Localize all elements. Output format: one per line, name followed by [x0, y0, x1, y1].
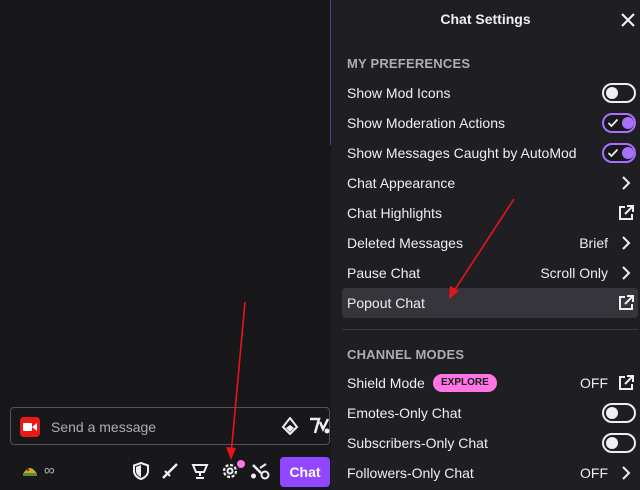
close-icon[interactable]	[618, 10, 638, 30]
chat-bottom-bar: ∞ Chat	[0, 455, 331, 490]
subscribers-only-toggle[interactable]	[602, 433, 636, 453]
setting-followers-only-chat[interactable]: Followers-Only Chat OFF	[342, 458, 638, 488]
section-title-channel-modes: CHANNEL MODES	[347, 347, 465, 362]
setting-label: Show Messages Caught by AutoMod	[347, 145, 577, 161]
chat-message-input[interactable]: Send a message	[10, 407, 330, 445]
checkmark-icon	[607, 148, 619, 158]
setting-value: Brief	[579, 235, 608, 251]
setting-label: Show Moderation Actions	[347, 115, 505, 131]
chat-settings-panel: Chat Settings MY PREFERENCES Show Mod Ic…	[331, 0, 640, 490]
chevron-right-icon	[618, 175, 634, 191]
emote-picker-icon[interactable]	[309, 417, 331, 438]
stream-badge-icon	[20, 417, 40, 437]
chat-pane: Send a message ∞ Chat	[0, 0, 331, 490]
setting-label: Subscribers-Only Chat	[347, 435, 488, 451]
bits-icon[interactable]	[281, 416, 299, 438]
setting-chat-highlights[interactable]: Chat Highlights	[342, 198, 638, 228]
setting-label: Chat Highlights	[347, 205, 442, 221]
section-divider	[342, 329, 638, 330]
external-link-icon	[618, 295, 634, 311]
setting-label: Chat Appearance	[347, 175, 456, 191]
chevron-right-icon	[618, 465, 634, 481]
setting-show-automod-messages[interactable]: Show Messages Caught by AutoMod	[342, 138, 638, 168]
setting-label: Emotes-Only Chat	[347, 405, 462, 421]
panel-title: Chat Settings	[440, 11, 531, 27]
setting-label: Popout Chat	[347, 295, 425, 311]
setting-label: Followers-Only Chat	[347, 465, 474, 481]
explore-badge: EXPLORE	[433, 374, 497, 392]
show-mod-icons-toggle[interactable]	[602, 83, 636, 103]
section-title-preferences: MY PREFERENCES	[347, 56, 471, 71]
setting-label: Shield Mode	[347, 375, 425, 391]
chevron-right-icon	[618, 235, 634, 251]
moderation-tools-icon[interactable]	[250, 461, 270, 481]
shield-icon[interactable]	[131, 461, 151, 481]
points-value: ∞	[44, 462, 55, 479]
setting-show-moderation-actions[interactable]: Show Moderation Actions	[342, 108, 638, 138]
setting-subscribers-only-chat[interactable]: Subscribers-Only Chat	[342, 428, 638, 458]
setting-popout-chat[interactable]: Popout Chat	[342, 288, 638, 318]
show-automod-messages-toggle[interactable]	[602, 143, 636, 163]
setting-shield-mode[interactable]: Shield Mode EXPLORE OFF	[342, 368, 638, 398]
channel-points-icon[interactable]	[22, 464, 38, 481]
setting-value: Scroll Only	[540, 265, 608, 281]
external-link-icon	[618, 205, 634, 221]
show-moderation-actions-toggle[interactable]	[602, 113, 636, 133]
sword-icon[interactable]	[160, 461, 180, 481]
setting-value: OFF	[580, 465, 608, 481]
setting-label: Pause Chat	[347, 265, 421, 281]
setting-show-mod-icons[interactable]: Show Mod Icons	[342, 78, 638, 108]
setting-value: OFF	[580, 375, 608, 391]
setting-emotes-only-chat[interactable]: Emotes-Only Chat	[342, 398, 638, 428]
setting-label: Show Mod Icons	[347, 85, 451, 101]
emotes-only-toggle[interactable]	[602, 403, 636, 423]
setting-pause-chat[interactable]: Pause Chat Scroll Only	[342, 258, 638, 288]
chevron-right-icon	[618, 265, 634, 281]
checkmark-icon	[607, 118, 619, 128]
trophy-icon[interactable]	[190, 461, 210, 481]
setting-label: Deleted Messages	[347, 235, 463, 251]
setting-chat-appearance[interactable]: Chat Appearance	[342, 168, 638, 198]
setting-deleted-messages[interactable]: Deleted Messages Brief	[342, 228, 638, 258]
notification-dot	[237, 460, 245, 468]
external-link-icon	[618, 375, 634, 391]
chat-send-button[interactable]: Chat	[280, 457, 330, 487]
input-placeholder: Send a message	[51, 419, 157, 435]
